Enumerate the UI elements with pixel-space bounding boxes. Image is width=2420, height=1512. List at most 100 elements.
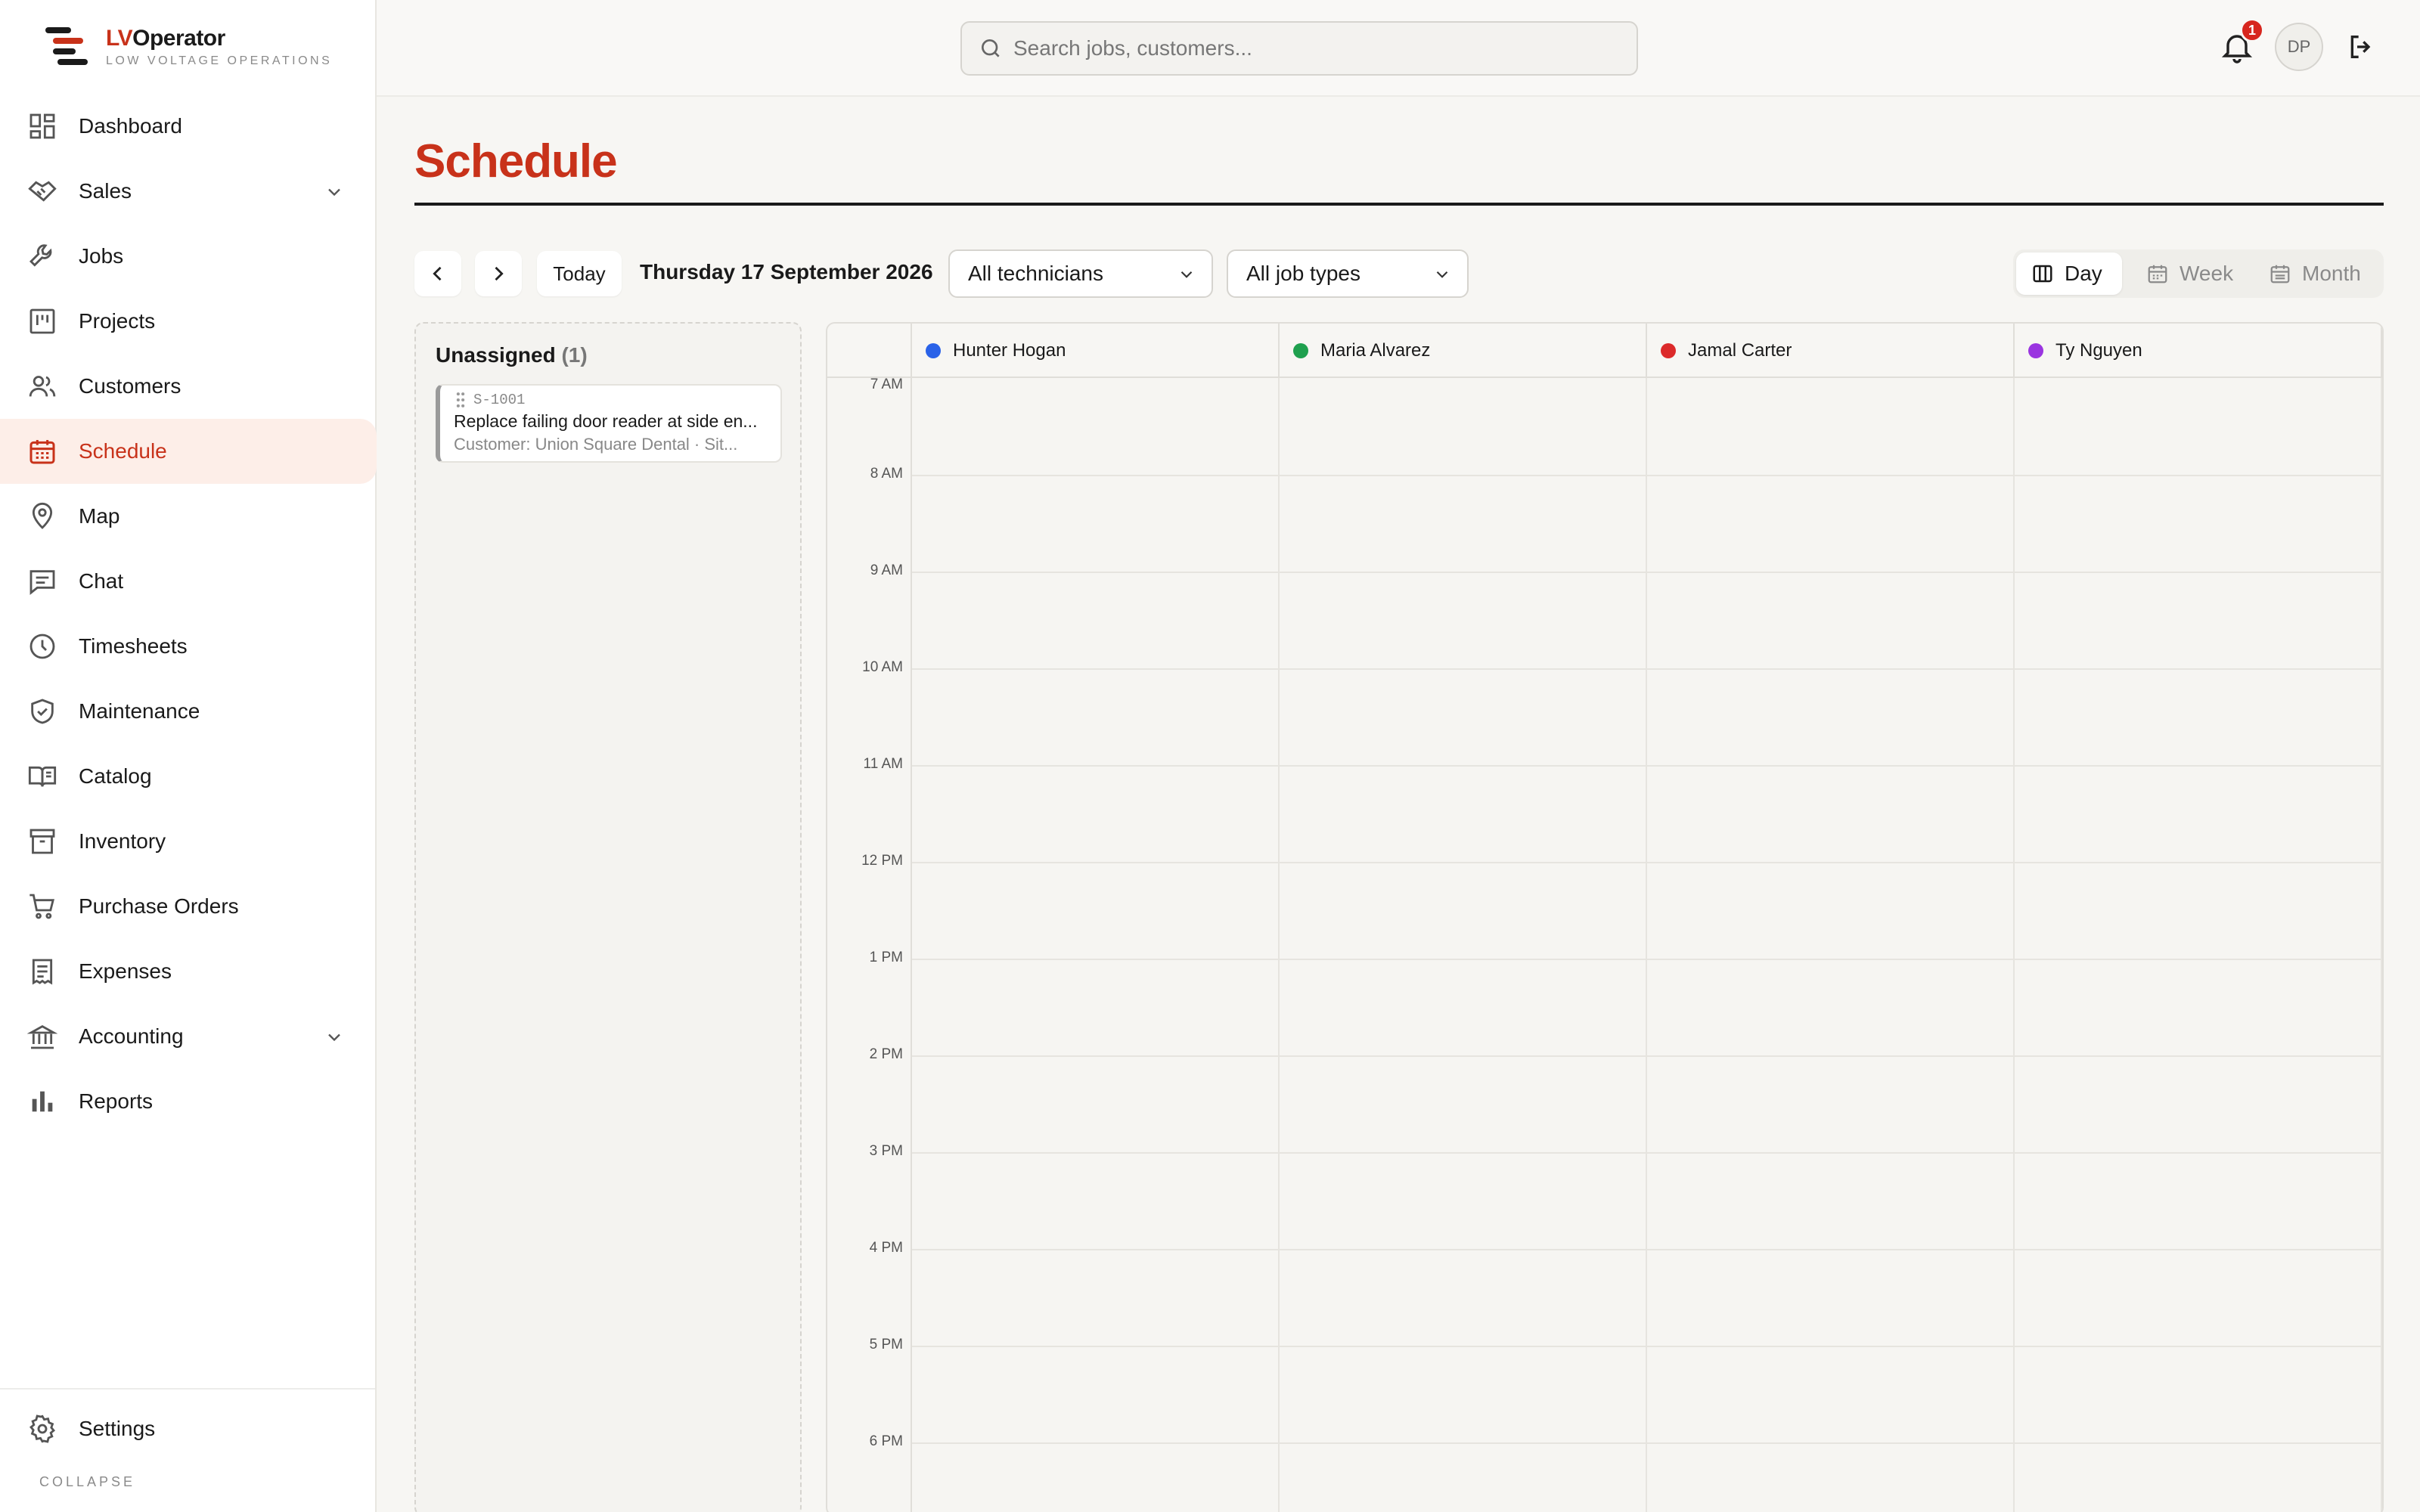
notification-count-badge: 1 [2240, 18, 2264, 42]
column-divider [1646, 378, 1647, 1512]
unassigned-jobs-panel: Unassigned (1) S-1001 Replace failing do… [414, 322, 802, 1512]
sidebar-item-label: Customers [79, 374, 182, 398]
unassigned-job-card[interactable]: S-1001 Replace failing door reader at si… [436, 384, 782, 463]
sidebar-item-purchase-orders[interactable]: Purchase Orders [0, 874, 377, 939]
chat-icon [27, 566, 57, 596]
page-title: Schedule [414, 135, 618, 187]
next-day-button[interactable] [475, 251, 522, 296]
sidebar-item-jobs[interactable]: Jobs [0, 224, 377, 289]
logout-icon[interactable] [2346, 32, 2376, 62]
sidebar-item-label: Jobs [79, 244, 124, 268]
sidebar-item-chat[interactable]: Chat [0, 549, 377, 614]
user-avatar[interactable]: DP [2275, 23, 2323, 71]
hour-gridline [912, 1152, 2382, 1154]
map-pin-icon [27, 501, 57, 531]
sidebar-item-label: Timesheets [79, 634, 188, 658]
hour-gridline [912, 475, 2382, 476]
sidebar-item-expenses[interactable]: Expenses [0, 939, 377, 1004]
hour-label: 1 PM [869, 950, 903, 965]
sidebar-item-settings[interactable]: Settings [0, 1396, 375, 1462]
sidebar: LVOperator LOW VOLTAGE OPERATIONS Dashbo… [0, 0, 377, 1512]
bar-chart-icon [27, 1086, 57, 1117]
brand-logo[interactable]: LVOperator LOW VOLTAGE OPERATIONS [45, 24, 332, 70]
shield-check-icon [27, 696, 57, 727]
job-type-filter-select[interactable]: All job types [1227, 249, 1469, 298]
sidebar-item-accounting[interactable]: Accounting [0, 1004, 377, 1069]
sidebar-item-reports[interactable]: Reports [0, 1069, 377, 1134]
time-gutter: 7 AM 8 AM 9 AM 10 AM 11 AM 12 PM 1 PM 2 PM 3 PM 4… [827, 376, 912, 1512]
sidebar-item-map[interactable]: Map [0, 484, 377, 549]
sidebar-footer: Settings [0, 1388, 375, 1462]
sidebar-item-catalog[interactable]: Catalog [0, 744, 377, 809]
hour-gridline [912, 959, 2382, 960]
archive-icon [27, 826, 57, 857]
sidebar-item-dashboard[interactable]: Dashboard [0, 94, 377, 159]
hour-gridline [912, 1249, 2382, 1250]
sidebar-item-timesheets[interactable]: Timesheets [0, 614, 377, 679]
job-type-filter-value: All job types [1246, 262, 1360, 285]
sidebar-item-label: Catalog [79, 764, 152, 788]
hour-gridline [912, 765, 2382, 767]
technician-name: Jamal Carter [1688, 340, 1792, 361]
search-icon [979, 36, 1003, 60]
hour-gridline [912, 1442, 2382, 1444]
sidebar-item-label: Maintenance [79, 699, 200, 723]
technician-column-maria-alvarez: Maria Alvarez [1280, 324, 1647, 378]
hour-gridline [912, 668, 2382, 670]
search-box[interactable] [960, 21, 1638, 76]
calendar-week-icon [2148, 265, 2167, 284]
sidebar-item-label: Reports [79, 1089, 154, 1113]
search-input[interactable] [1013, 36, 1618, 60]
bank-icon [27, 1021, 57, 1052]
technician-column-jamal-carter: Jamal Carter [1647, 324, 2015, 378]
hour-label: 8 AM [870, 466, 903, 482]
brand-name: LVOperator [106, 26, 225, 51]
today-button[interactable]: Today [537, 251, 622, 296]
hour-gridline [912, 1346, 2382, 1347]
hour-label: 4 PM [869, 1240, 903, 1256]
view-month-button[interactable]: Month [2254, 253, 2381, 295]
sidebar-item-schedule[interactable]: Schedule [0, 419, 377, 484]
sidebar-item-inventory[interactable]: Inventory [0, 809, 377, 874]
view-day-label: Day [2065, 262, 2102, 285]
columns-icon [2033, 265, 2052, 283]
technician-name: Ty Nguyen [2055, 340, 2142, 361]
hour-label: 11 AM [863, 756, 903, 772]
hour-label: 9 AM [870, 562, 903, 578]
hour-label: 6 PM [869, 1433, 903, 1449]
calendar-grid[interactable]: 7 AM 8 AM 9 AM 10 AM 11 AM 12 PM 1 PM 2 PM 3 PM 4… [827, 376, 2382, 1512]
chevron-down-icon[interactable] [324, 1027, 345, 1048]
sidebar-item-label: Map [79, 504, 120, 528]
chevron-down-icon[interactable] [324, 181, 345, 203]
sidebar-item-label: Expenses [79, 959, 172, 983]
technician-filter-select[interactable]: All technicians [948, 249, 1213, 298]
chevron-down-icon [1436, 271, 1448, 278]
previous-day-button[interactable] [414, 251, 461, 296]
schedule-toolbar: Today Thursday 17 September 2026 All tec… [414, 249, 2384, 298]
view-day-button[interactable]: Day [2016, 253, 2122, 295]
collapse-sidebar-button[interactable]: COLLAPSE [39, 1474, 135, 1490]
drag-handle-icon[interactable] [454, 392, 467, 408]
brand-tagline: LOW VOLTAGE OPERATIONS [106, 54, 333, 67]
calendar-icon [27, 436, 57, 466]
sidebar-item-maintenance[interactable]: Maintenance [0, 679, 377, 744]
clock-icon [27, 631, 57, 662]
sidebar-item-customers[interactable]: Customers [0, 354, 377, 419]
view-week-button[interactable]: Week [2131, 253, 2245, 295]
technician-color-dot [926, 343, 941, 358]
hour-label: 2 PM [869, 1046, 903, 1062]
calendar-month-icon [2270, 265, 2290, 284]
technician-column-hunter-hogan: Hunter Hogan [912, 324, 1280, 378]
sidebar-item-sales[interactable]: Sales [0, 159, 377, 224]
chevron-right-icon [495, 266, 504, 281]
hour-gridline [912, 572, 2382, 573]
column-divider [2381, 378, 2382, 1512]
time-gutter-header [827, 324, 912, 378]
view-week-label: Week [2180, 262, 2234, 285]
sidebar-item-label: Sales [79, 179, 132, 203]
sidebar-item-projects[interactable]: Projects [0, 289, 377, 354]
sidebar-item-label: Chat [79, 569, 124, 593]
hour-gridline [912, 1055, 2382, 1057]
calendar-header: Hunter Hogan Maria Alvarez Jamal Carter Ty … [827, 324, 2382, 378]
kanban-icon [27, 306, 57, 336]
